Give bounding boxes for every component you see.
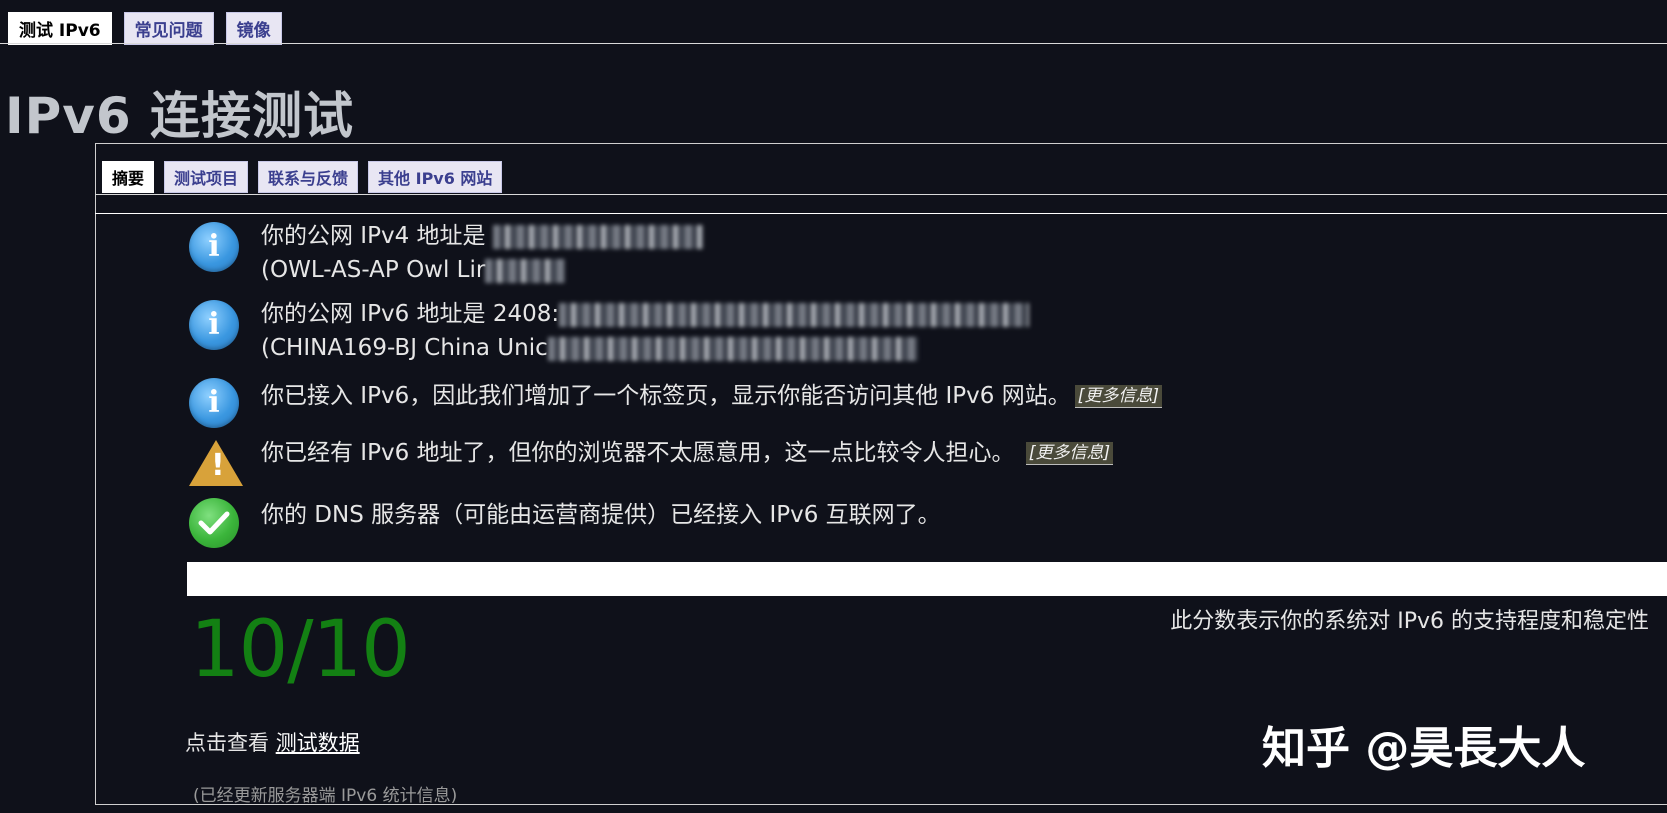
content-divider: [95, 213, 1667, 214]
more-info-link[interactable]: [更多信息]: [1074, 385, 1162, 408]
browser-preference-text: 你已经有 IPv6 地址了，但你的浏览器不太愿意用，这一点比较令人担心。: [261, 440, 1022, 466]
watermark: 知乎 @昊長大人: [1262, 723, 1586, 774]
warning-icon: !: [189, 440, 243, 486]
redacted-ipv6: [559, 302, 1030, 327]
more-info-link-2[interactable]: [更多信息]: [1025, 442, 1114, 465]
sub-tab-bar: 摘要 测试项目 联系与反馈 其他 IPv6 网站: [102, 161, 503, 193]
check-icon: [189, 498, 239, 548]
tab-test-ipv6[interactable]: 测试 IPv6: [8, 12, 112, 45]
top-tab-bar: 测试 IPv6 常见问题 镜像: [8, 12, 282, 45]
tab-other-ipv6-sites[interactable]: 其他 IPv6 网站: [368, 161, 503, 193]
page-title: IPv6 连接测试: [5, 87, 355, 145]
score-value: 10/10: [190, 605, 411, 695]
redacted-asn-ipv6: [547, 336, 918, 361]
tab-faq[interactable]: 常见问题: [123, 12, 214, 45]
redacted-ipv4: [492, 224, 703, 249]
score-bar: [187, 562, 1667, 596]
ipv4-address-line: 你的公网 IPv4 地址是: [261, 219, 703, 253]
ipv6-asn-line: (CHINA169-BJ China Unic: [261, 331, 1029, 365]
test-data-link[interactable]: 测试数据: [276, 731, 360, 755]
info-icon: i: [189, 300, 239, 350]
ipv6-tab-notice-text: 你已接入 IPv6，因此我们增加了一个标签页，显示你能否访问其他 IPv6 网站…: [261, 383, 1071, 409]
ipv6-row: i 你的公网 IPv6 地址是 2408: (CHINA169-BJ China…: [189, 297, 1030, 365]
test-data-line: 点击查看 测试数据: [185, 727, 360, 757]
score-description: 此分数表示你的系统对 IPv6 的支持程度和稳定性: [1170, 609, 1649, 634]
tab-mirrors[interactable]: 镜像: [225, 12, 282, 45]
ipv4-row: i 你的公网 IPv4 地址是 (OWL-AS-AP Owl Lir: [189, 222, 703, 287]
top-tab-divider: [0, 43, 1667, 44]
tab-contact-feedback[interactable]: 联系与反馈: [258, 161, 359, 193]
sub-tab-divider: [95, 194, 1667, 195]
ipv4-asn-line: (OWL-AS-AP Owl Lir: [261, 253, 703, 287]
redacted-asn: [485, 258, 566, 283]
tab-summary[interactable]: 摘要: [102, 161, 155, 193]
ipv6-address-line: 你的公网 IPv6 地址是 2408:: [261, 297, 1030, 331]
stats-updated-note: (已经更新服务器端 IPv6 统计信息): [193, 786, 458, 806]
test-data-prefix: 点击查看: [185, 731, 276, 755]
info-icon: i: [189, 378, 239, 428]
tab-test-items[interactable]: 测试项目: [164, 161, 249, 193]
dns-text: 你的 DNS 服务器（可能由运营商提供）已经接入 IPv6 互联网了。: [261, 502, 941, 528]
dns-row: 你的 DNS 服务器（可能由运营商提供）已经接入 IPv6 互联网了。: [189, 498, 941, 548]
ipv6-tab-notice-row: i 你已接入 IPv6，因此我们增加了一个标签页，显示你能否访问其他 IPv6 …: [189, 378, 1162, 428]
browser-preference-row: ! 你已经有 IPv6 地址了，但你的浏览器不太愿意用，这一点比较令人担心。 […: [189, 440, 1114, 490]
info-icon: i: [189, 222, 239, 272]
